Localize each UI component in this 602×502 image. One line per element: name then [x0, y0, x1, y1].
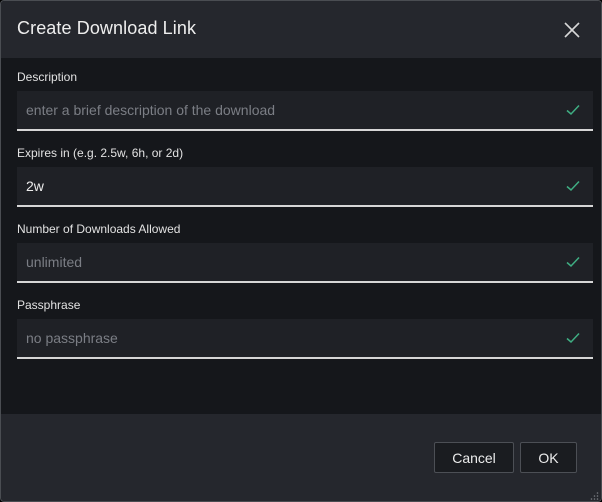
downloads-allowed-input[interactable]: [17, 243, 593, 283]
ok-button[interactable]: OK: [520, 442, 577, 473]
passphrase-input[interactable]: [17, 319, 593, 359]
downloads-allowed-label: Number of Downloads Allowed: [17, 222, 181, 236]
dialog-body: Description Expires in (e.g. 2.5w, 6h, o…: [1, 58, 601, 414]
expires-input[interactable]: [17, 167, 593, 207]
checkmark-icon: [566, 256, 580, 268]
close-button[interactable]: [557, 15, 587, 45]
dialog-header: Create Download Link: [1, 1, 601, 58]
dialog-title: Create Download Link: [17, 18, 197, 38]
checkmark-icon: [566, 332, 580, 344]
dialog-footer: Cancel OK: [1, 414, 601, 501]
create-download-link-dialog: Create Download Link Description Expires…: [0, 0, 602, 502]
cancel-button[interactable]: Cancel: [434, 442, 514, 473]
expires-label: Expires in (e.g. 2.5w, 6h, or 2d): [17, 146, 184, 160]
description-label: Description: [17, 70, 78, 84]
checkmark-icon: [566, 104, 580, 116]
resize-grip-icon[interactable]: [589, 491, 599, 501]
close-icon: [564, 22, 580, 38]
passphrase-label: Passphrase: [17, 298, 81, 312]
checkmark-icon: [566, 180, 580, 192]
description-input[interactable]: [17, 91, 593, 131]
